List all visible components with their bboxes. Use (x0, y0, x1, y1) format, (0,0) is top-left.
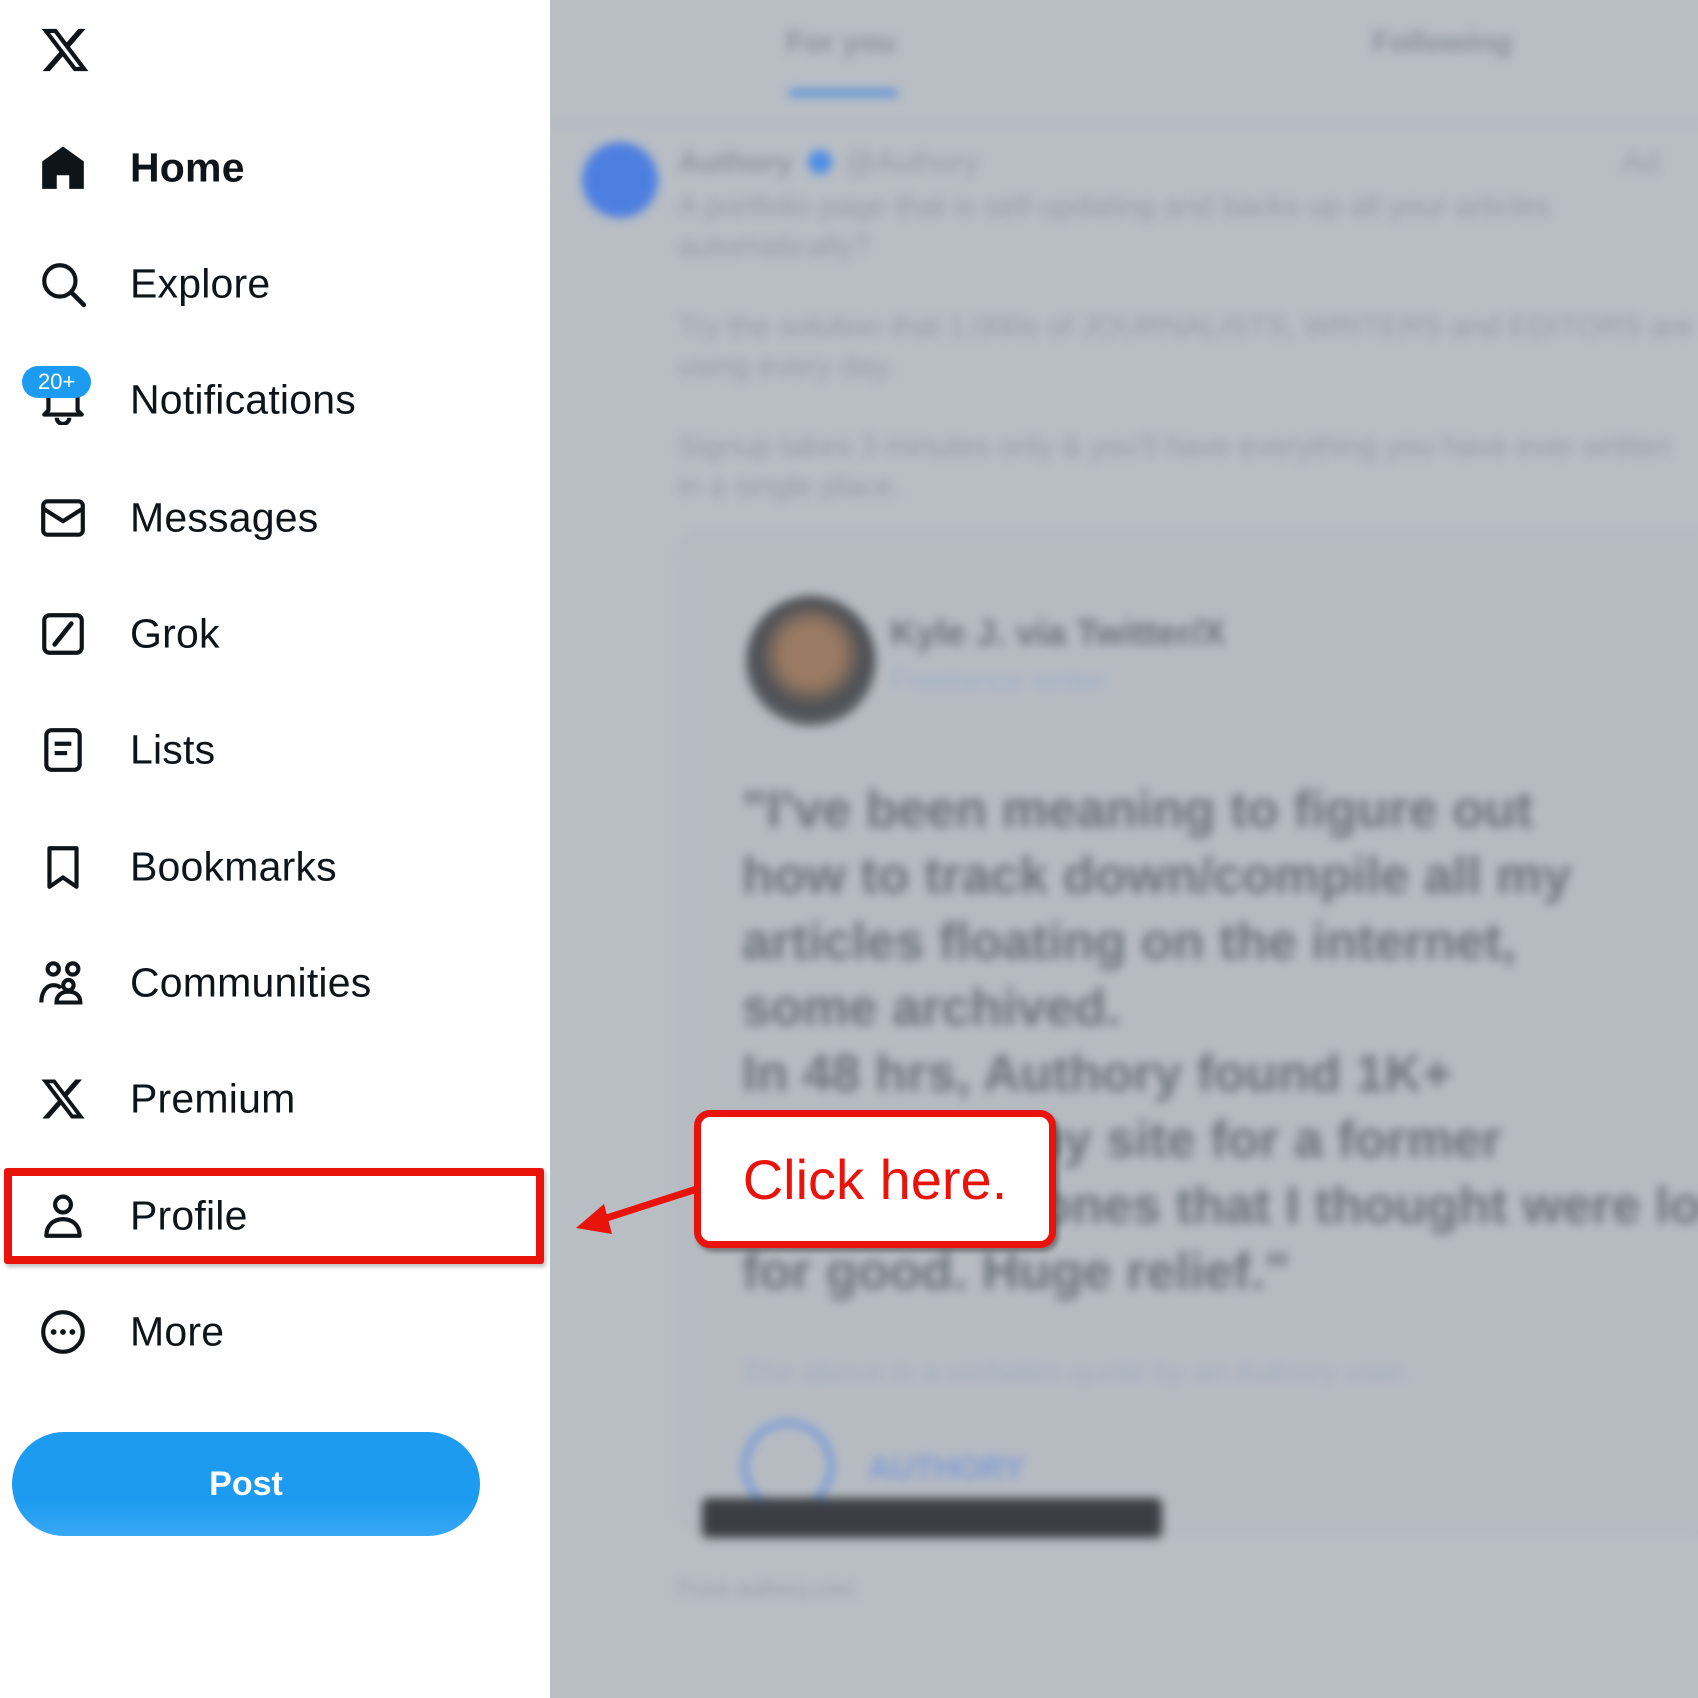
author-name[interactable]: Authory (678, 146, 793, 180)
ad-text-line: Signup takes 3 minutes only & you'll hav… (678, 430, 1671, 463)
nav-more[interactable]: More (0, 1274, 550, 1390)
communities-icon (36, 956, 90, 1010)
grok-icon (36, 607, 90, 661)
sidebar: Home Explore Notifications 20+ Messages … (0, 0, 550, 1698)
ad-text-line: Try the solution that 1,000s of JOURNALI… (678, 310, 1694, 343)
active-tab-indicator (788, 89, 898, 97)
x-logo-icon (36, 1072, 90, 1126)
nav-bookmarks[interactable]: Bookmarks (0, 809, 550, 925)
author-handle: @Authory (845, 146, 979, 179)
divider (550, 122, 1698, 124)
blurred-feed-content: For you Following Authory @Authory Ad A … (550, 0, 1698, 1698)
quote-line: In 48 hrs, Authory found 1K+ (742, 1045, 1453, 1103)
nav-label: Communities (130, 959, 372, 1006)
nav-label: Premium (130, 1075, 296, 1122)
callout-box: Click here. (694, 1110, 1056, 1248)
nav-label: More (130, 1308, 225, 1355)
verified-badge-icon (808, 150, 832, 174)
quote-author-title: Freelance writer (890, 664, 1106, 697)
list-icon (36, 723, 90, 777)
nav-label: Home (130, 144, 245, 191)
nav-explore[interactable]: Explore (0, 226, 550, 342)
x-logo-icon[interactable] (36, 24, 94, 76)
nav-notifications[interactable]: Notifications (0, 342, 550, 458)
notification-count-badge: 20+ (22, 366, 92, 398)
home-icon (36, 141, 90, 195)
tab-following[interactable]: Following (1372, 26, 1512, 60)
cta-button[interactable] (702, 1498, 1162, 1538)
avatar (746, 596, 876, 726)
nav-label: Explore (130, 260, 271, 307)
nav-home[interactable]: Home (0, 110, 550, 226)
nav-communities[interactable]: Communities (0, 925, 550, 1041)
callout-arrow-icon (576, 1184, 704, 1234)
ad-text-line: in a single place. (678, 470, 902, 503)
ad-source: From authory.com (678, 1576, 855, 1601)
nav-grok[interactable]: Grok (0, 576, 550, 692)
quote-line: for good. Huge relief." (742, 1243, 1290, 1301)
envelope-icon (36, 491, 90, 545)
tab-for-you[interactable]: For you (786, 26, 896, 60)
quote-line: how to track down/compile all my (742, 847, 1572, 905)
quote-author: Kyle J. via Twitter/X (890, 612, 1226, 653)
nav-label: Grok (130, 610, 220, 657)
post-button[interactable]: Post (12, 1432, 480, 1536)
profile-highlight-box (4, 1168, 544, 1264)
ad-label: Ad (1622, 146, 1659, 179)
quote-line: articles floating on the internet, (742, 913, 1517, 971)
avatar[interactable] (582, 142, 658, 218)
ad-text-line: A portfolio page that is self-updating a… (678, 190, 1551, 223)
nav-label: Messages (130, 494, 319, 541)
callout-text: Click here. (742, 1147, 1008, 1211)
nav-label: Bookmarks (130, 843, 337, 890)
quote-line: "I've been meaning to figure out (742, 781, 1534, 839)
ad-text-line: using every day. (678, 350, 895, 383)
ad-text-line: automatically? (678, 230, 870, 263)
quote-line: some archived. (742, 979, 1121, 1037)
more-circle-icon (36, 1305, 90, 1359)
nav-premium[interactable]: Premium (0, 1041, 550, 1157)
nav-label: Lists (130, 726, 216, 773)
nav-messages[interactable]: Messages (0, 460, 550, 576)
bookmark-icon (36, 840, 90, 894)
nav-label: Notifications (130, 376, 356, 423)
quote-footnote: The above is a verbatim quote by an Auth… (742, 1356, 1411, 1389)
brand-name: AUTHORY (868, 1450, 1026, 1486)
nav-lists[interactable]: Lists (0, 692, 550, 808)
timeline: For you Following Authory @Authory Ad A … (550, 0, 1698, 1698)
search-icon (36, 257, 90, 311)
